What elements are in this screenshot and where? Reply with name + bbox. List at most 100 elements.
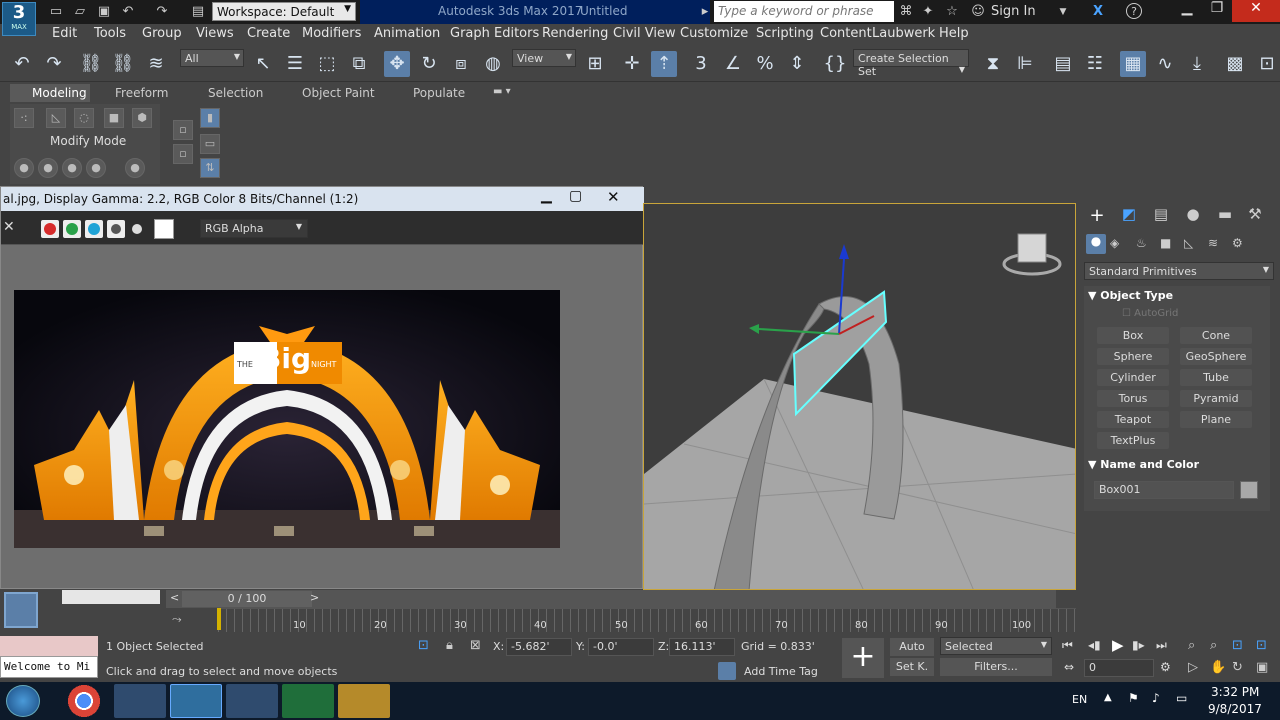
object-name-input[interactable]: Box001 — [1094, 481, 1234, 499]
save-icon[interactable]: ▣ — [96, 4, 112, 20]
ribbon-side-5-icon[interactable]: ⇅ — [200, 158, 220, 178]
pyramid-button[interactable]: Pyramid — [1180, 390, 1252, 407]
mini-listener-scroll[interactable] — [62, 590, 160, 604]
select-by-name-icon[interactable]: ☰ — [282, 51, 308, 77]
z-coordinate-input[interactable]: 16.113' — [669, 638, 735, 656]
sign-in-link[interactable]: Sign In — [991, 4, 1036, 19]
tab-modeling[interactable]: Modeling — [32, 86, 87, 100]
monochrome-icon[interactable] — [132, 224, 142, 234]
project-folder-icon[interactable]: ▤ — [190, 4, 206, 20]
3dsmax-taskbar-icon[interactable] — [170, 684, 222, 718]
plane-button[interactable]: Plane — [1180, 411, 1252, 428]
pan-icon[interactable]: ✋ — [1210, 660, 1226, 675]
current-frame-input[interactable]: 0 — [1084, 659, 1154, 677]
layer-explorer-icon[interactable]: ▤ — [1050, 51, 1076, 77]
key-filters-button[interactable]: Filters... — [940, 658, 1052, 676]
selection-filter-dropdown[interactable]: All ▼ — [180, 49, 244, 67]
user-icon[interactable]: ☺ — [970, 4, 986, 20]
tray-expand-icon[interactable]: ▲ — [1104, 692, 1112, 703]
lights-icon[interactable]: ♨ — [1136, 236, 1147, 250]
frame-window-titlebar[interactable]: al.jpg, Display Gamma: 2.2, RGB Color 8 … — [1, 187, 644, 211]
menu-scripting[interactable]: Scripting — [756, 26, 814, 41]
viewport-thumbnail[interactable] — [4, 592, 38, 628]
menu-content[interactable]: Content — [820, 26, 872, 41]
exchange-icon[interactable]: X — [1090, 4, 1106, 20]
excel-taskbar-icon[interactable] — [282, 684, 334, 718]
notepad-taskbar-icon[interactable] — [226, 684, 278, 718]
edge-icon[interactable]: ◺ — [46, 108, 66, 128]
time-slider-thumb[interactable]: 0 / 100 — [182, 591, 312, 607]
tab-populate[interactable]: Populate — [413, 86, 465, 100]
binoculars-icon[interactable]: ⌘ — [898, 4, 914, 20]
ribbon-options-icon[interactable]: ▬ ▾ — [493, 86, 511, 97]
scene-explorer-icon[interactable]: ▦ — [1120, 51, 1146, 77]
undo-icon[interactable]: ↶ — [9, 51, 35, 77]
menu-create[interactable]: Create — [247, 26, 290, 41]
maxscript-listener-top[interactable] — [0, 636, 98, 656]
perspective-viewport[interactable] — [643, 203, 1076, 590]
zoom-all-icon[interactable]: ⌕ — [1210, 638, 1217, 653]
bind-space-warp-icon[interactable]: ≋ — [143, 51, 169, 77]
menu-rendering[interactable]: Rendering — [542, 26, 608, 41]
schematic-view-icon[interactable]: ⤓ — [1184, 51, 1210, 77]
next-frame-icon[interactable]: > — [310, 591, 319, 604]
key-mode-dropdown[interactable]: Selected ▼ — [940, 637, 1052, 655]
link-icon[interactable]: ⛓ — [78, 51, 104, 77]
menu-help[interactable]: Help — [939, 26, 969, 41]
select-move-icon[interactable]: ✥ — [384, 51, 410, 77]
zoom-icon[interactable]: ⌕ — [1188, 638, 1195, 653]
tab-object-paint[interactable]: Object Paint — [302, 86, 375, 100]
redo-icon[interactable]: ↷ — [41, 51, 67, 77]
align-icon[interactable]: ⊫ — [1012, 51, 1038, 77]
prev-key-icon[interactable]: ◂▮ — [1088, 638, 1101, 652]
cone-button[interactable]: Cone — [1180, 327, 1252, 344]
channel-dropdown[interactable]: RGB Alpha ▼ — [200, 219, 308, 238]
time-slider[interactable]: < 0 / 100 > — [166, 590, 1056, 608]
select-rotate-icon[interactable]: ↻ — [416, 51, 442, 77]
search-input[interactable]: Type a keyword or phrase — [714, 1, 894, 22]
window-crossing-icon[interactable]: ⧉ — [346, 51, 372, 77]
tab-selection[interactable]: Selection — [208, 86, 263, 100]
clock-time[interactable]: 3:32 PM — [1211, 685, 1259, 699]
network-icon[interactable]: ▭ — [1176, 691, 1187, 705]
set-key-button[interactable]: Set K. — [890, 658, 934, 676]
systems-icon[interactable]: ⚙ — [1232, 236, 1243, 250]
unlink-icon[interactable]: ⛓ — [110, 51, 136, 77]
keyboard-shortcut-icon[interactable]: ⇡ — [651, 51, 677, 77]
menu-customize[interactable]: Customize — [680, 26, 748, 41]
undo-icon[interactable]: ↶ — [120, 4, 136, 20]
close-button[interactable]: ✕ — [1232, 0, 1280, 22]
object-color-swatch[interactable] — [1240, 481, 1258, 499]
geosphere-button[interactable]: GeoSphere — [1180, 348, 1252, 365]
green-channel-button[interactable] — [63, 220, 81, 238]
favorites-icon[interactable]: ☆ — [944, 4, 960, 20]
torus-button[interactable]: Torus — [1097, 390, 1169, 407]
play-icon[interactable]: ▶ — [1112, 636, 1124, 654]
language-indicator[interactable]: EN — [1072, 693, 1087, 706]
textplus-button[interactable]: TextPlus — [1097, 432, 1169, 449]
app-logo-button[interactable]: 3 MAX — [2, 2, 36, 36]
name-color-header[interactable]: ▼ Name and Color — [1088, 458, 1199, 471]
polygon-icon[interactable]: ■ — [104, 108, 124, 128]
orbit-icon[interactable]: ↻ — [1232, 660, 1243, 675]
ribbon-side-1-icon[interactable]: ▫ — [173, 120, 193, 140]
time-tag-icon[interactable] — [718, 662, 736, 680]
sphere-button[interactable]: Sphere — [1097, 348, 1169, 365]
volume-icon[interactable]: ♪ — [1152, 691, 1160, 705]
rect-selection-icon[interactable]: ⬚ — [314, 51, 340, 77]
border-icon[interactable]: ◌ — [74, 108, 94, 128]
maxscript-listener-bottom[interactable]: Welcome to Mi — [0, 656, 98, 678]
object-type-header[interactable]: ▼ Object Type — [1088, 289, 1173, 302]
next-key-icon[interactable]: ▮▸ — [1132, 638, 1145, 652]
goto-start-icon[interactable]: ⏮ — [1062, 638, 1073, 653]
start-button-icon[interactable] — [6, 685, 40, 717]
create-tab-icon[interactable]: + — [1086, 205, 1108, 227]
chrome-taskbar-icon[interactable] — [58, 684, 110, 718]
workspace-dropdown[interactable]: Workspace: Default ▼ — [212, 2, 356, 21]
lock-icon[interactable]: 🔒︎ — [446, 638, 453, 653]
field-of-view-icon[interactable]: ▷ — [1188, 660, 1198, 675]
redo-icon[interactable]: ↷ — [154, 4, 170, 20]
ribbon-tool-3-icon[interactable]: ● — [62, 158, 82, 178]
key-mode-toggle-icon[interactable]: ⇔ — [1064, 660, 1074, 674]
prev-frame-icon[interactable]: < — [170, 591, 179, 604]
